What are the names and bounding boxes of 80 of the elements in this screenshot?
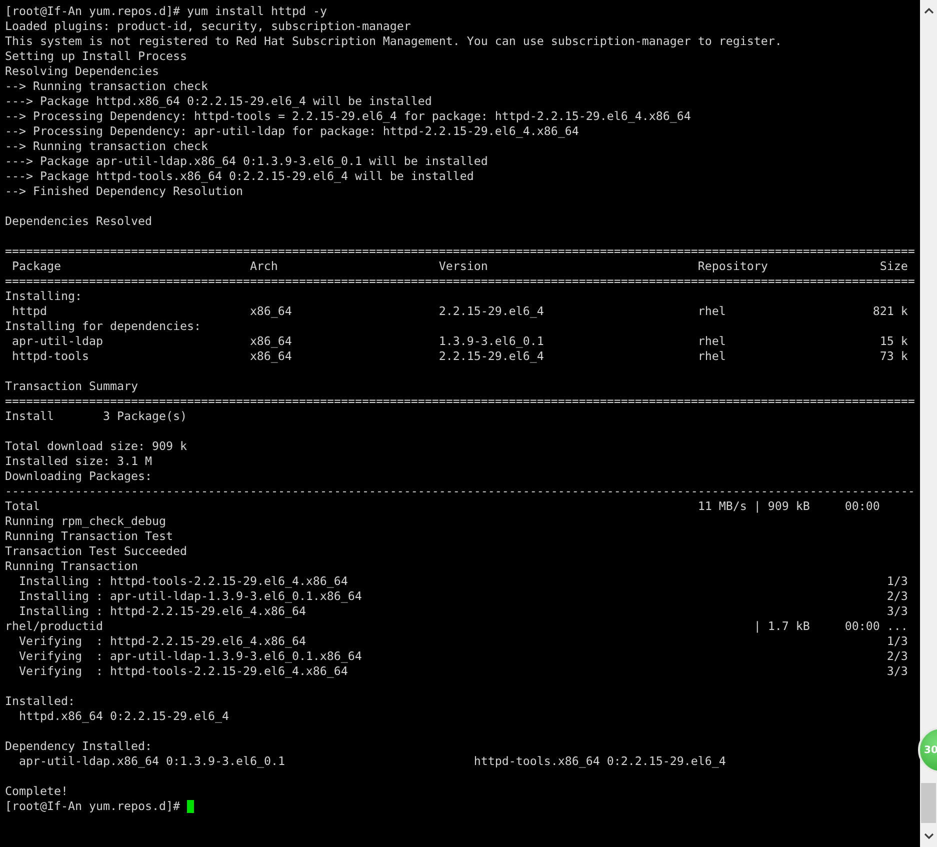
transfer-time: 00:00 bbox=[844, 499, 881, 514]
terminal-line: Loaded plugins: product-id, security, subscription-manager bbox=[5, 19, 411, 34]
shell-prompt: [root@If-An yum.repos.d]# bbox=[5, 4, 180, 19]
terminal-line: Installing: bbox=[5, 289, 82, 304]
table-cell-text: httpd-tools bbox=[12, 349, 90, 364]
terminal-line: Downloading Packages: bbox=[5, 469, 152, 484]
separator-line: ================================================================================================================================== bbox=[5, 244, 915, 259]
table-cell-text: Package bbox=[12, 259, 62, 274]
terminal-line: Installing for dependencies: bbox=[5, 319, 201, 334]
table-cell: 15 k bbox=[880, 334, 908, 349]
table-cell-text: Version bbox=[438, 259, 489, 274]
transfer-name: rhel/productid bbox=[5, 619, 104, 634]
scrollbar-thumb[interactable] bbox=[921, 783, 936, 823]
chevron-down-icon[interactable] bbox=[924, 833, 934, 839]
table-cell: 821 k bbox=[872, 304, 908, 319]
transaction-step: Verifying : httpd-2.2.15-29.el6_4.x86_64 bbox=[18, 634, 306, 649]
terminal-line: This system is not registered to Red Hat Subscription Management. You can use subscription-manager to register. bbox=[5, 34, 782, 49]
terminal-line: Resolving Dependencies bbox=[5, 64, 159, 79]
table-cell-text: rhel bbox=[698, 304, 727, 319]
separator-line: ================================================================================================================================== bbox=[5, 394, 915, 409]
chevron-up-icon[interactable] bbox=[924, 8, 934, 14]
table-cell-text: apr-util-ldap bbox=[12, 334, 104, 349]
terminal-line: Setting up Install Process bbox=[5, 49, 187, 64]
scrollbar[interactable] bbox=[920, 0, 937, 847]
table-cell-text: 2.2.15-29.el6_4 bbox=[438, 349, 545, 364]
table-cell: 73 k bbox=[880, 349, 908, 364]
table-cell-text: 2.2.15-29.el6_4 bbox=[438, 304, 545, 319]
terminal-line: --> Running transaction check bbox=[5, 79, 208, 94]
transaction-step: Verifying : apr-util-ldap-1.3.9-3.el6_0.1.x86_64 bbox=[18, 649, 362, 664]
table-cell-text: x86_64 bbox=[250, 349, 293, 364]
command-text: yum install httpd -y bbox=[186, 4, 327, 19]
terminal-line: Running Transaction bbox=[5, 559, 138, 574]
table-cell-text: x86_64 bbox=[250, 304, 293, 319]
installed-package: apr-util-ldap.x86_64 0:1.3.9-3.el6_0.1 bbox=[18, 754, 286, 769]
table-cell-text: rhel bbox=[698, 349, 727, 364]
terminal-line: Dependencies Resolved bbox=[5, 214, 152, 229]
transfer-name: Total bbox=[5, 499, 41, 514]
terminal-line: --> Processing Dependency: httpd-tools = 2.2.15-29.el6_4 for package: httpd-2.2.15-29.el6_4.x86_64 bbox=[5, 109, 691, 124]
step-count: 3/3 bbox=[886, 604, 908, 619]
transaction-step: Installing : httpd-tools-2.2.15-29.el6_4.x86_64 bbox=[18, 574, 348, 589]
terminal-line: Total download size: 909 k bbox=[5, 439, 187, 454]
table-cell-text: httpd bbox=[12, 304, 48, 319]
step-count: 2/3 bbox=[886, 649, 908, 664]
transaction-step: Installing : httpd-2.2.15-29.el6_4.x86_64 bbox=[18, 604, 306, 619]
table-cell-text: rhel bbox=[698, 334, 727, 349]
separator-line: ---------------------------------------------------------------------------------------------------------------------------------- bbox=[5, 484, 915, 499]
installed-package: httpd-tools.x86_64 0:2.2.15-29.el6_4 bbox=[474, 754, 727, 769]
shell-prompt: [root@If-An yum.repos.d]# bbox=[5, 799, 180, 814]
terminal-line: --> Running transaction check bbox=[5, 139, 208, 154]
terminal-line: Dependency Installed: bbox=[5, 739, 152, 754]
terminal-line: ---> Package apr-util-ldap.x86_64 0:1.3.9-3.el6_0.1 will be installed bbox=[5, 154, 488, 169]
terminal-line: Transaction Summary bbox=[5, 379, 138, 394]
table-cell-text: x86_64 bbox=[250, 334, 293, 349]
terminal-line: --> Processing Dependency: apr-util-ldap for package: httpd-2.2.15-29.el6_4.x86_64 bbox=[5, 124, 579, 139]
transfer-stats: | 1.7 kB bbox=[752, 619, 810, 634]
step-count: 1/3 bbox=[886, 634, 908, 649]
table-cell-text: Arch bbox=[250, 259, 279, 274]
terminal-line: ---> Package httpd.x86_64 0:2.2.15-29.el6_4 will be installed bbox=[5, 94, 432, 109]
step-count: 3/3 bbox=[886, 664, 908, 679]
terminal-line: ---> Package httpd-tools.x86_64 0:2.2.15-29.el6_4 will be installed bbox=[5, 169, 474, 184]
table-cell: Size bbox=[880, 259, 908, 274]
terminal-line: Transaction Test Succeeded bbox=[5, 544, 187, 559]
transaction-step: Verifying : httpd-tools-2.2.15-29.el6_4.x86_64 bbox=[18, 664, 348, 679]
separator-line: ================================================================================================================================== bbox=[5, 274, 915, 289]
transfer-stats: 11 MB/s | 909 kB bbox=[698, 499, 810, 514]
transaction-step: Installing : apr-util-ldap-1.3.9-3.el6_0.1.x86_64 bbox=[18, 589, 362, 604]
summary-value: 3 Package(s) bbox=[102, 409, 188, 424]
table-cell-text: 1.3.9-3.el6_0.1 bbox=[438, 334, 545, 349]
terminal-line: Installed size: 3.1 M bbox=[5, 454, 152, 469]
terminal-line: Complete! bbox=[5, 784, 68, 799]
table-cell-text: Repository bbox=[698, 259, 769, 274]
step-count: 1/3 bbox=[886, 574, 908, 589]
step-count: 2/3 bbox=[886, 589, 908, 604]
terminal-line: --> Finished Dependency Resolution bbox=[5, 184, 243, 199]
installed-package: httpd.x86_64 0:2.2.15-29.el6_4 bbox=[18, 709, 229, 724]
terminal-line: Running Transaction Test bbox=[5, 529, 173, 544]
summary-label: Install bbox=[5, 409, 55, 424]
terminal-line: Installed: bbox=[5, 694, 75, 709]
terminal-line: Running rpm_check_debug bbox=[5, 514, 166, 529]
transfer-time: 00:00 ... bbox=[844, 619, 909, 634]
